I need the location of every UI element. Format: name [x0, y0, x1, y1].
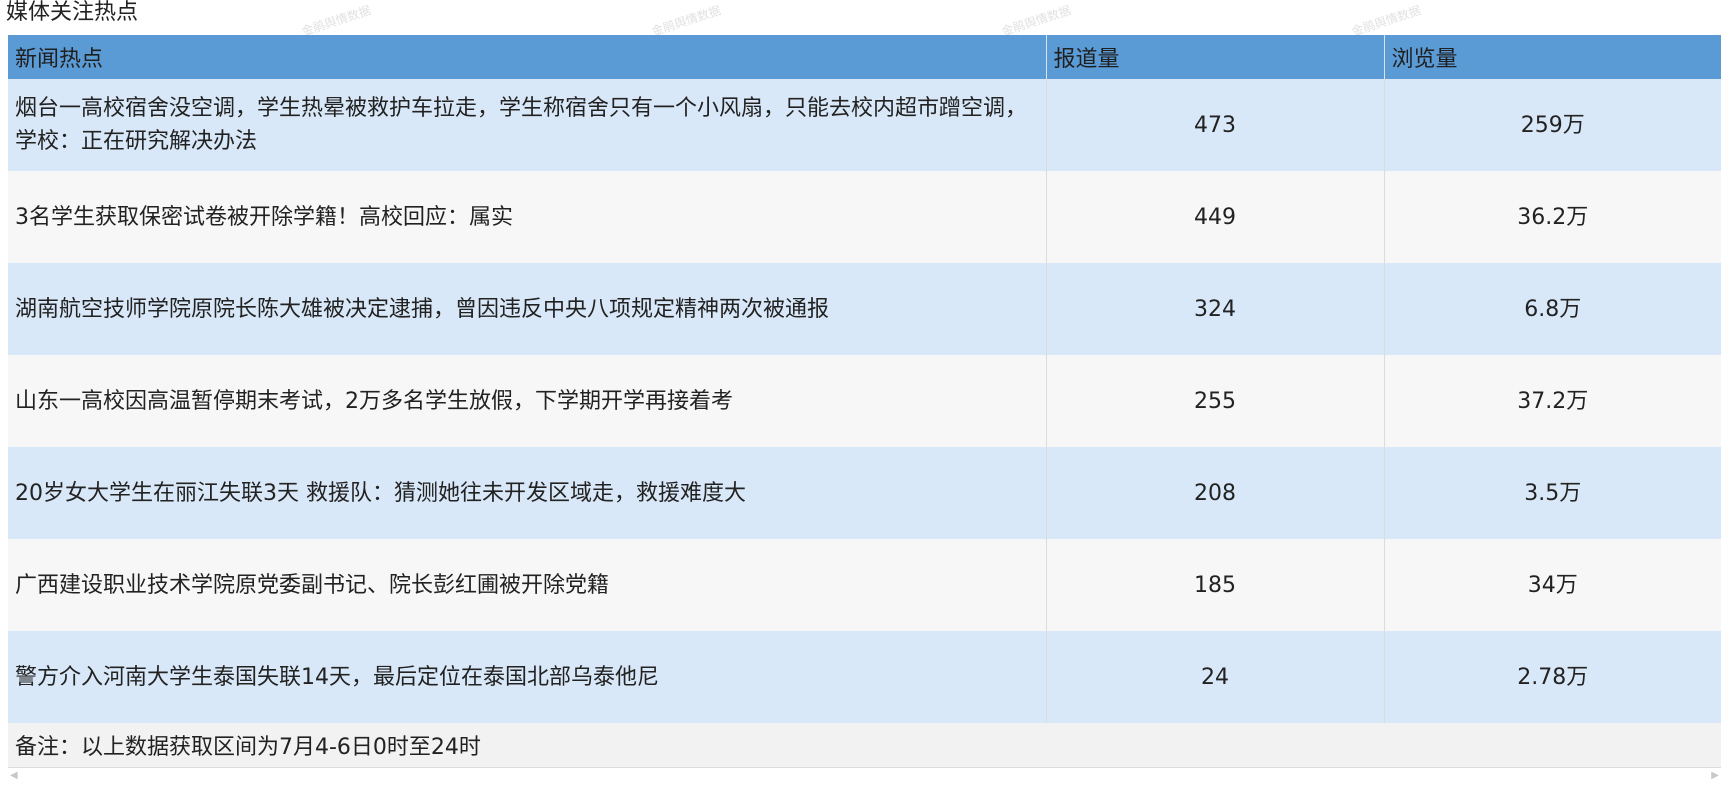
cell-reports: 24 [1046, 631, 1385, 723]
cell-topic: 山东一高校因高温暂停期末考试，2万多名学生放假，下学期开学再接着考 [8, 355, 1047, 447]
header-views: 浏览量 [1384, 35, 1721, 79]
watermark: 金鹃舆情数据 [649, 3, 723, 39]
cell-reports: 324 [1046, 263, 1385, 355]
cell-views: 6.8万 [1384, 263, 1721, 355]
cell-views: 259万 [1384, 79, 1721, 171]
table-row: 广西建设职业技术学院原党委副书记、院长彭红圃被开除党籍 185 34万 [8, 539, 1721, 631]
cell-reports: 208 [1046, 447, 1385, 539]
cell-views: 36.2万 [1384, 171, 1721, 263]
cell-topic: 3名学生获取保密试卷被开除学籍！高校回应：属实 [8, 171, 1047, 263]
cell-topic: 广西建设职业技术学院原党委副书记、院长彭红圃被开除党籍 [8, 539, 1047, 631]
hot-topics-table: 新闻热点 报道量 浏览量 烟台一高校宿舍没空调，学生热晕被救护车拉走，学生称宿舍… [8, 35, 1721, 768]
table-row: 警方介入河南大学生泰国失联14天，最后定位在泰国北部乌泰他尼 24 2.78万 [8, 631, 1721, 723]
cell-topic: 20岁女大学生在丽江失联3天 救援队：猜测她往未开发区域走，救援难度大 [8, 447, 1047, 539]
table-row: 山东一高校因高温暂停期末考试，2万多名学生放假，下学期开学再接着考 255 37… [8, 355, 1721, 447]
cell-views: 34万 [1384, 539, 1721, 631]
page-title: 媒体关注热点 [6, 0, 139, 25]
table-footer-row: 备注：以上数据获取区间为7月4-6日0时至24时 [8, 723, 1721, 768]
cell-topic: 烟台一高校宿舍没空调，学生热晕被救护车拉走，学生称宿舍只有一个小风扇，只能去校内… [8, 79, 1047, 171]
table-row: 烟台一高校宿舍没空调，学生热晕被救护车拉走，学生称宿舍只有一个小风扇，只能去校内… [8, 79, 1721, 171]
table-header-row: 新闻热点 报道量 浏览量 [8, 35, 1721, 79]
cell-views: 3.5万 [1384, 447, 1721, 539]
cell-reports: 473 [1046, 79, 1385, 171]
table-row: 湖南航空技师学院原院长陈大雄被决定逮捕，曾因违反中央八项规定精神两次被通报 32… [8, 263, 1721, 355]
horizontal-scrollbar[interactable]: ◀ ▶ [8, 770, 1721, 781]
cell-reports: 449 [1046, 171, 1385, 263]
table-footnote: 备注：以上数据获取区间为7月4-6日0时至24时 [8, 723, 1721, 768]
watermark: 金鹃舆情数据 [1349, 3, 1423, 39]
header-topic: 新闻热点 [8, 35, 1047, 79]
cell-views: 2.78万 [1384, 631, 1721, 723]
page-root: 媒体关注热点 金鹃舆情数据 金鹃舆情数据 金鹃舆情数据 金鹃舆情数据 新闻热点 … [0, 0, 1725, 798]
hot-topics-table-container: 新闻热点 报道量 浏览量 烟台一高校宿舍没空调，学生热晕被救护车拉走，学生称宿舍… [8, 35, 1721, 768]
watermark: 金鹃舆情数据 [999, 3, 1073, 39]
cell-topic: 警方介入河南大学生泰国失联14天，最后定位在泰国北部乌泰他尼 [8, 631, 1047, 723]
watermark: 金鹃舆情数据 [299, 3, 373, 39]
caret-left-icon[interactable]: ◀ [10, 770, 18, 781]
cell-views: 37.2万 [1384, 355, 1721, 447]
caret-right-icon[interactable]: ▶ [1711, 770, 1719, 781]
table-row: 3名学生获取保密试卷被开除学籍！高校回应：属实 449 36.2万 [8, 171, 1721, 263]
cell-reports: 255 [1046, 355, 1385, 447]
table-row: 20岁女大学生在丽江失联3天 救援队：猜测她往未开发区域走，救援难度大 208 … [8, 447, 1721, 539]
cell-reports: 185 [1046, 539, 1385, 631]
cell-topic: 湖南航空技师学院原院长陈大雄被决定逮捕，曾因违反中央八项规定精神两次被通报 [8, 263, 1047, 355]
header-reports: 报道量 [1046, 35, 1385, 79]
